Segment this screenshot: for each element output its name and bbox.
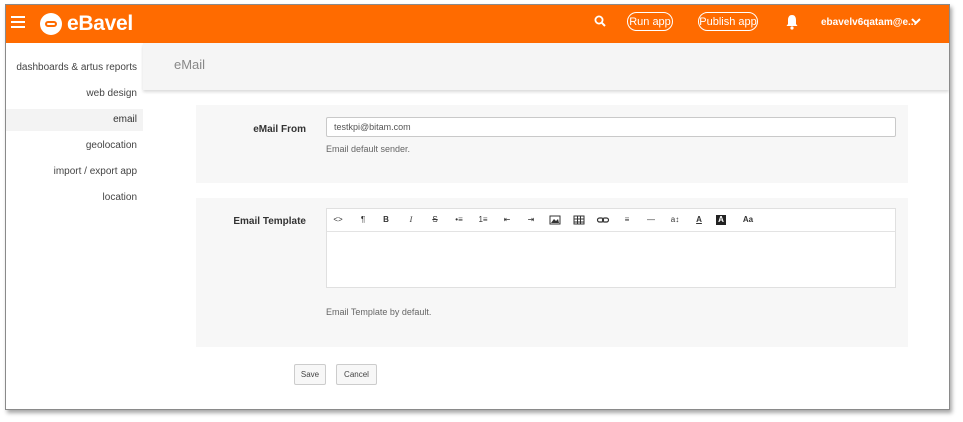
search-icon[interactable] xyxy=(594,15,606,27)
page-header: eMail xyxy=(143,43,949,90)
cloud-logo-icon xyxy=(40,13,62,35)
publish-app-button[interactable]: Publish app xyxy=(698,12,758,31)
cancel-button[interactable]: Cancel xyxy=(336,364,377,385)
run-app-button[interactable]: Run app xyxy=(627,12,673,31)
line-height-icon[interactable]: a↕ xyxy=(668,213,682,227)
sidebar: dashboards & artus reports web design em… xyxy=(6,43,143,409)
user-menu[interactable]: ebavelv6qatam@e... xyxy=(821,17,916,28)
horizontal-rule-icon[interactable]: — xyxy=(644,213,658,227)
sidebar-item-location[interactable]: location xyxy=(103,187,137,209)
menu-icon[interactable] xyxy=(11,16,25,30)
font-color-icon[interactable]: A xyxy=(692,213,706,227)
bullet-list-icon[interactable]: •≡ xyxy=(452,213,466,227)
link-icon[interactable] xyxy=(596,213,610,227)
chevron-down-icon[interactable] xyxy=(910,16,922,26)
page-title: eMail xyxy=(174,57,206,72)
sidebar-item-geolocation[interactable]: geolocation xyxy=(86,135,137,157)
save-button[interactable]: Save xyxy=(294,364,326,385)
font-size-icon[interactable]: Aa xyxy=(740,213,756,227)
image-icon[interactable] xyxy=(548,213,562,227)
indent-icon[interactable]: ⇥ xyxy=(524,213,538,227)
strikethrough-icon[interactable]: S xyxy=(428,213,442,227)
email-template-label: Email Template xyxy=(233,216,306,227)
code-view-icon[interactable]: <> xyxy=(331,213,345,227)
highlight-icon[interactable]: A xyxy=(716,215,726,225)
sidebar-item-import-export[interactable]: import / export app xyxy=(54,161,137,183)
email-template-editor[interactable]: <> ¶ B I S •≡ 1≡ ⇤ ⇥ ≡ — a↕ A A Aa xyxy=(326,208,896,288)
paragraph-icon[interactable]: ¶ xyxy=(356,213,370,227)
align-icon[interactable]: ≡ xyxy=(620,213,634,227)
email-template-help: Email Template by default. xyxy=(326,307,432,317)
app-logo[interactable]: eBavel xyxy=(40,11,133,37)
email-from-help: Email default sender. xyxy=(326,144,411,154)
editor-toolbar: <> ¶ B I S •≡ 1≡ ⇤ ⇥ ≡ — a↕ A A Aa xyxy=(327,209,895,232)
table-icon[interactable] xyxy=(572,213,586,227)
app-name: eBavel xyxy=(67,12,133,35)
outdent-icon[interactable]: ⇤ xyxy=(500,213,514,227)
sidebar-item-web-design[interactable]: web design xyxy=(86,83,137,105)
italic-icon[interactable]: I xyxy=(404,213,418,227)
app-window: eBavel Run app Publish app ebavelv6qatam… xyxy=(5,4,950,410)
email-from-label: eMail From xyxy=(253,124,306,135)
sidebar-item-dashboards[interactable]: dashboards & artus reports xyxy=(16,57,137,79)
numbered-list-icon[interactable]: 1≡ xyxy=(476,213,490,227)
email-from-input[interactable]: testkpi@bitam.com xyxy=(326,117,896,137)
bold-icon[interactable]: B xyxy=(379,213,393,227)
sidebar-item-email[interactable]: email xyxy=(6,109,143,131)
top-bar: eBavel Run app Publish app ebavelv6qatam… xyxy=(6,5,949,43)
bell-icon[interactable] xyxy=(785,14,799,30)
